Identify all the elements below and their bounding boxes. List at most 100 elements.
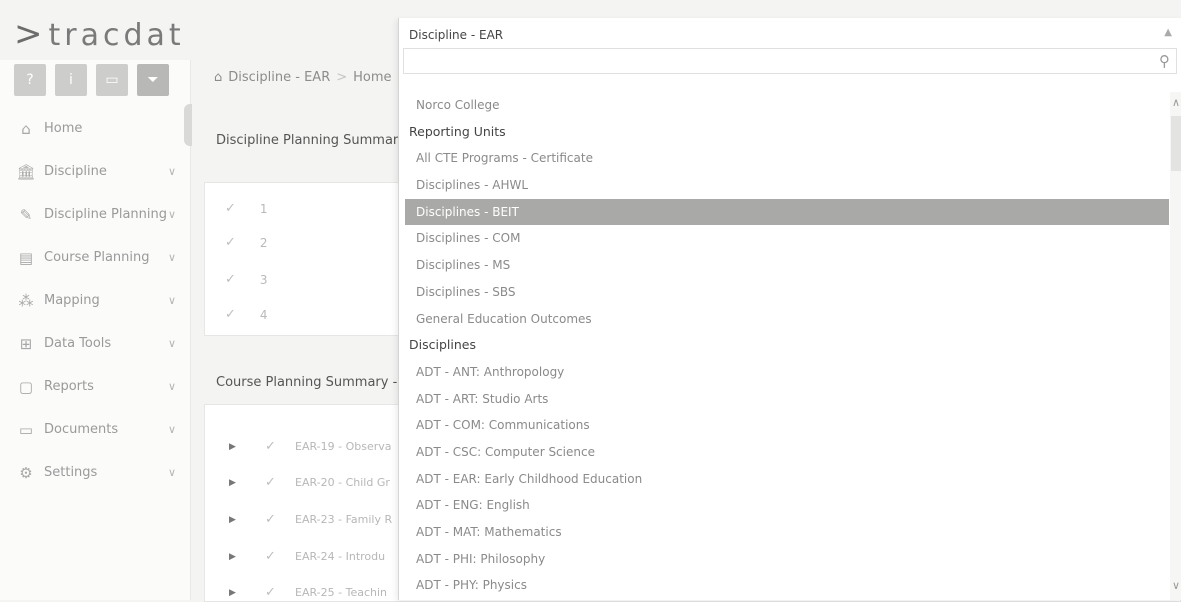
- pencil-icon: ✎: [19, 205, 33, 224]
- home-icon[interactable]: ⌂: [214, 70, 222, 85]
- expand-caret-icon[interactable]: ▶: [229, 442, 265, 452]
- sidebar-item-data-tools[interactable]: ⊞ Data Tools ∨: [0, 322, 190, 365]
- sidebar-item-label: Course Planning: [44, 250, 150, 265]
- breadcrumb-separator: >: [336, 70, 348, 85]
- sidebar-item-documents[interactable]: ▭ Documents ∨: [0, 408, 190, 451]
- plan-row-number: 3: [259, 272, 268, 287]
- filter-button[interactable]: ⏷: [137, 64, 169, 96]
- dropdown-option[interactable]: ADT - EAR: Early Childhood Education: [399, 466, 1169, 493]
- plan-row-number: 2: [259, 235, 268, 250]
- chevron-down-icon[interactable]: ∨: [1172, 579, 1180, 592]
- table-row[interactable]: ▶ ✓ EAR-19 - Observa: [229, 439, 392, 454]
- plan-row[interactable]: ✓ 1: [225, 201, 268, 216]
- sidebar-item-label: Discipline: [44, 164, 107, 179]
- course-name: EAR-23 - Family R: [295, 513, 393, 526]
- dropdown-group-label: Reporting Units: [409, 123, 506, 139]
- sidebar-item-mapping[interactable]: ⁂ Mapping ∨: [0, 279, 190, 322]
- tracdat-logo[interactable]: >tracdat: [14, 14, 185, 54]
- chevron-up-icon[interactable]: ▲: [1164, 27, 1172, 38]
- folder-icon: ▭: [18, 420, 34, 439]
- plan-row[interactable]: ✓ 2: [225, 235, 268, 250]
- plan-summary-title: Discipline Planning Summary: [216, 133, 406, 148]
- check-icon: ✓: [265, 512, 276, 527]
- expand-caret-icon[interactable]: ▶: [229, 552, 265, 562]
- dropdown-group-label: Disciplines: [409, 337, 476, 353]
- institution-icon: 🏛: [16, 162, 36, 181]
- dropdown-search-input[interactable]: ⚲: [403, 48, 1177, 74]
- dropdown-scrollbar-thumb[interactable]: [1171, 116, 1181, 171]
- chevron-down-icon: ∨: [168, 423, 177, 436]
- check-icon: ✓: [225, 272, 236, 287]
- sidebar-item-label: Mapping: [44, 293, 100, 308]
- dropdown-option[interactable]: ADT - ART: Studio Arts: [399, 386, 1169, 413]
- window-button[interactable]: ▭: [96, 64, 128, 96]
- sidebar-item-course-planning[interactable]: ▤ Course Planning ∨: [0, 236, 190, 279]
- expand-caret-icon[interactable]: ▶: [229, 515, 265, 525]
- dropdown-option[interactable]: Disciplines - SBS: [399, 279, 1169, 306]
- sidebar-item-label: Documents: [44, 422, 119, 437]
- chevron-down-icon: ∨: [168, 165, 177, 178]
- expand-caret-icon[interactable]: ▶: [229, 478, 265, 488]
- dropdown-option[interactable]: ADT - COM: Communications: [399, 412, 1169, 439]
- plan-row[interactable]: ✓ 4: [225, 307, 268, 322]
- sidebar-item-label: Reports: [44, 379, 94, 394]
- table-row[interactable]: ▶ ✓ EAR-25 - Teachin: [229, 585, 387, 600]
- sidebar-item-label: Discipline Planning: [44, 207, 167, 222]
- table-row[interactable]: ▶ ✓ EAR-24 - Introdu: [229, 549, 385, 564]
- logo-text: tracdat: [48, 18, 185, 53]
- sidebar-item-label: Settings: [44, 465, 98, 480]
- check-icon: ✓: [225, 235, 236, 250]
- chevron-down-icon: ∨: [168, 380, 177, 393]
- expand-caret-icon[interactable]: ▶: [229, 588, 265, 598]
- dropdown-option[interactable]: Disciplines - AHWL: [399, 172, 1169, 199]
- help-button[interactable]: ?: [14, 64, 46, 96]
- plan-row[interactable]: ✓ 3: [225, 272, 268, 287]
- sidebar-item-discipline-planning[interactable]: ✎ Discipline Planning ∨: [0, 193, 190, 236]
- table-icon: ⊞: [19, 334, 33, 353]
- sidebar-item-settings[interactable]: ⚙ Settings ∨: [0, 451, 190, 494]
- plan-row-number: 4: [259, 307, 268, 322]
- help-icon: ?: [26, 72, 34, 88]
- sidebar-item-discipline[interactable]: 🏛 Discipline ∨: [0, 150, 190, 193]
- breadcrumb-item-home[interactable]: Home: [353, 70, 391, 85]
- course-summary-title: Course Planning Summary - C: [216, 375, 411, 390]
- chevron-down-icon: ∨: [168, 208, 177, 221]
- dropdown-selected-value[interactable]: Discipline - EAR: [409, 28, 503, 42]
- course-name: EAR-20 - Child Gr: [295, 476, 390, 489]
- dropdown-option-highlighted[interactable]: Disciplines - BEIT: [405, 198, 1169, 226]
- breadcrumb-item-discipline[interactable]: Discipline - EAR: [228, 70, 330, 85]
- check-icon: ✓: [265, 549, 276, 564]
- chevron-down-icon: ∨: [168, 337, 177, 350]
- sidebar-item-home[interactable]: ⌂ Home: [0, 107, 190, 150]
- dropdown-option[interactable]: Norco College: [399, 92, 1169, 119]
- sidebar-item-reports[interactable]: ▢ Reports ∨: [0, 365, 190, 408]
- dropdown-option[interactable]: ADT - MAT: Mathematics: [399, 519, 1169, 546]
- info-button[interactable]: i: [55, 64, 87, 96]
- chevron-up-icon[interactable]: ∧: [1172, 96, 1180, 109]
- chevron-down-icon: ∨: [168, 251, 177, 264]
- dropdown-option[interactable]: General Education Outcomes: [399, 306, 1169, 333]
- dropdown-option[interactable]: ADT - ENG: English: [399, 492, 1169, 519]
- chevron-down-icon: ∨: [168, 294, 177, 307]
- report-icon: ▢: [18, 377, 34, 396]
- info-icon: i: [69, 72, 73, 88]
- dropdown-option[interactable]: ADT - CSC: Computer Science: [399, 439, 1169, 466]
- course-name: EAR-19 - Observa: [295, 440, 392, 453]
- check-icon: ✓: [225, 201, 236, 216]
- table-row[interactable]: ▶ ✓ EAR-20 - Child Gr: [229, 475, 390, 490]
- dropdown-option[interactable]: ADT - PHI: Philosophy: [399, 546, 1169, 573]
- home-icon: ⌂: [21, 119, 31, 138]
- sidebar-toolbar: ? i ▭ ⏷: [14, 64, 169, 96]
- check-icon: ✓: [265, 475, 276, 490]
- check-icon: ✓: [225, 307, 236, 322]
- table-row[interactable]: ▶ ✓ EAR-23 - Family R: [229, 512, 392, 527]
- search-icon: ⚲: [1159, 52, 1170, 70]
- reporting-unit-dropdown[interactable]: Discipline - EAR ▲ ⚲ Norco College Repor…: [398, 18, 1181, 600]
- dropdown-option[interactable]: Disciplines - COM: [399, 225, 1169, 252]
- sidebar-nav: ⌂ Home 🏛 Discipline ∨ ✎ Discipline Planning ∨…: [0, 107, 190, 494]
- filter-icon: ⏷: [147, 72, 159, 88]
- dropdown-option[interactable]: ADT - PHY: Physics: [399, 572, 1169, 599]
- dropdown-option[interactable]: ADT - ANT: Anthropology: [399, 359, 1169, 386]
- dropdown-option[interactable]: Disciplines - MS: [399, 252, 1169, 279]
- dropdown-option[interactable]: All CTE Programs - Certificate: [399, 145, 1169, 172]
